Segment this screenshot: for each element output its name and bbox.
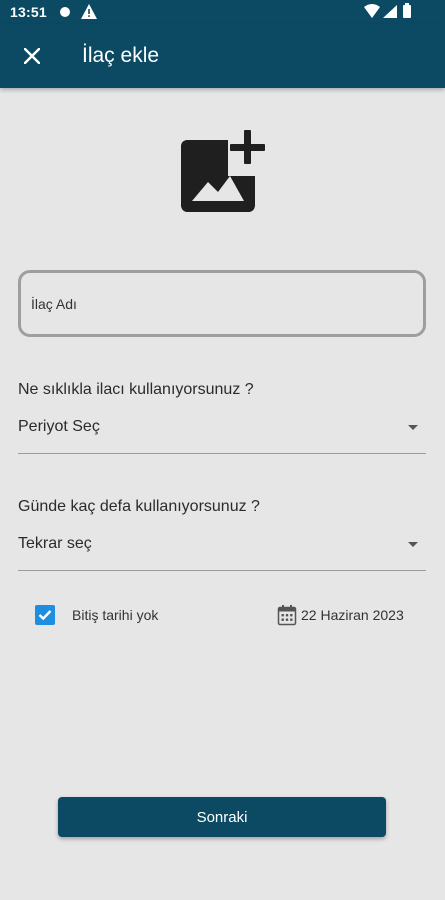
add-photo-icon [181,130,272,212]
medicine-name-field[interactable] [18,270,426,337]
dropdown-arrow-icon [408,425,418,430]
warning-icon [81,4,97,22]
daily-count-question: Günde kaç defa kullanıyorsunuz ? [18,498,260,515]
page-title: İlaç ekle [82,44,160,67]
no-end-date-label: Bitiş tarihi yok [72,607,159,623]
checkmark-icon [38,610,52,621]
end-date-value: 22 Haziran 2023 [301,607,404,623]
next-button[interactable]: Sonraki [58,797,386,837]
add-photo-button[interactable] [178,124,272,216]
notification-dot-icon [60,7,70,17]
frequency-selected: Periyot Seç [18,418,100,435]
status-time: 13:51 [10,4,47,20]
frequency-question: Ne sıklıkla ilacı kullanıyorsunuz ? [18,381,254,398]
end-date-picker[interactable]: 22 Haziran 2023 [277,603,427,627]
no-end-date-toggle[interactable]: Bitiş tarihi yok [35,603,235,627]
battery-icon [403,3,411,18]
no-end-date-checkbox[interactable] [35,605,55,625]
wifi-icon [364,4,380,21]
calendar-icon [277,605,297,626]
close-icon [24,48,40,64]
daily-count-selected: Tekrar seç [18,535,92,552]
medicine-name-input[interactable] [31,293,411,315]
status-bar: 13:51 [0,0,445,24]
daily-count-dropdown[interactable]: Tekrar seç [18,533,426,571]
close-button[interactable] [14,38,50,74]
dropdown-arrow-icon [408,542,418,547]
app-bar: İlaç ekle [0,24,445,88]
frequency-dropdown[interactable]: Periyot Seç [18,416,426,454]
signal-icon [383,5,397,21]
